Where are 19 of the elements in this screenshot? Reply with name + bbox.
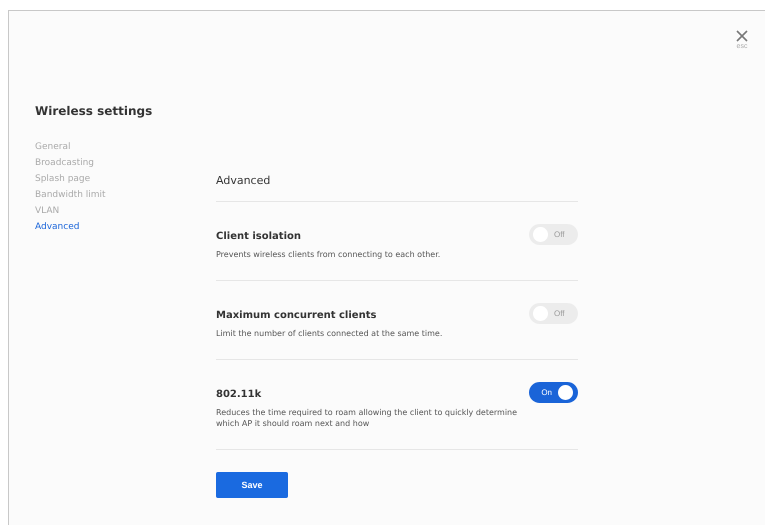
toggle-switch[interactable]: On <box>529 382 578 403</box>
sidebar-item[interactable]: VLAN <box>35 203 60 219</box>
toggle-switch[interactable]: Off <box>529 224 578 245</box>
close-icon <box>736 30 748 42</box>
section-heading: Advanced <box>216 174 270 187</box>
sidebar-item[interactable]: Splash page <box>35 171 90 187</box>
save-button[interactable]: Save <box>216 472 288 498</box>
toggle-switch[interactable]: Off <box>529 303 578 324</box>
setting-description: Prevents wireless clients from connecting to each other. <box>216 249 440 260</box>
sidebar-item[interactable]: Advanced <box>35 219 80 235</box>
setting-title: Client isolation <box>216 231 301 242</box>
setting-description: Limit the number of clients connected at the same time. <box>216 328 442 339</box>
setting-title: 802.11k <box>216 389 262 400</box>
sidebar-item[interactable]: General <box>35 139 70 155</box>
sidebar-item[interactable]: Bandwidth limit <box>35 187 106 203</box>
setting-description: Reduces the time required to roam allowing the client to quickly determine which AP it should roam next and how <box>216 407 518 429</box>
sidebar-item[interactable]: Broadcasting <box>35 155 94 171</box>
setting-title: Maximum concurrent clients <box>216 310 376 321</box>
page-title: Wireless settings <box>35 104 152 118</box>
